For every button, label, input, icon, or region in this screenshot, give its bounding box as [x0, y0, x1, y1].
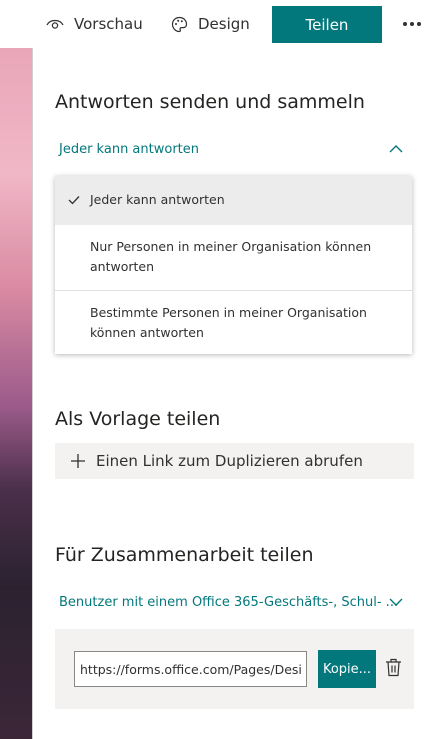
collab-link-panel: Kopie... [55, 629, 414, 709]
checkmark-icon [68, 196, 80, 205]
duplicate-link-button[interactable]: Einen Link zum Duplizieren abrufen [55, 443, 414, 479]
duplicate-link-label: Einen Link zum Duplizieren abrufen [96, 452, 363, 470]
design-label: Design [198, 15, 250, 33]
option-org-only[interactable]: Nur Personen in meiner Organisation könn… [55, 225, 412, 290]
option-org-only-label: Nur Personen in meiner Organisation könn… [90, 239, 372, 274]
design-button[interactable]: Design [171, 0, 250, 48]
palette-icon [171, 16, 188, 32]
option-anyone[interactable]: Jeder kann antworten [55, 176, 412, 225]
collab-url-field[interactable] [74, 651, 307, 687]
response-permission-select[interactable]: Jeder kann antworten [59, 142, 199, 157]
preview-label: Vorschau [74, 15, 143, 33]
option-specific-people-label: Bestimmte Personen in meiner Organisatio… [90, 305, 367, 340]
more-options-button[interactable] [396, 0, 428, 48]
share-label: Teilen [305, 15, 349, 34]
chevron-down-icon[interactable] [389, 598, 403, 607]
option-specific-people[interactable]: Bestimmte Personen in meiner Organisatio… [55, 291, 412, 354]
template-section-title: Als Vorlage teilen [55, 408, 221, 430]
top-toolbar: Vorschau Design Teilen [0, 0, 433, 48]
ellipsis-dot [417, 22, 421, 26]
ellipsis-dot [410, 22, 414, 26]
option-anyone-label: Jeder kann antworten [90, 192, 225, 207]
copy-button[interactable]: Kopie... [318, 650, 376, 688]
permission-dropdown-menu: Jeder kann antworten Nur Personen in mei… [55, 176, 412, 354]
eye-icon [46, 19, 64, 29]
form-theme-image [0, 48, 33, 739]
copy-label: Kopie... [322, 661, 372, 677]
share-button[interactable]: Teilen [272, 6, 382, 43]
trash-icon[interactable] [385, 658, 402, 677]
respond-section-title: Antworten senden und sammeln [55, 91, 365, 113]
ellipsis-icon [403, 22, 407, 26]
plus-icon [71, 454, 85, 468]
collab-section-title: Für Zusammenarbeit teilen [55, 544, 314, 566]
chevron-up-icon[interactable] [389, 144, 403, 153]
collab-permission-select[interactable]: Benutzer mit einem Office 365-Geschäfts-… [59, 595, 398, 610]
preview-button[interactable]: Vorschau [46, 0, 143, 48]
